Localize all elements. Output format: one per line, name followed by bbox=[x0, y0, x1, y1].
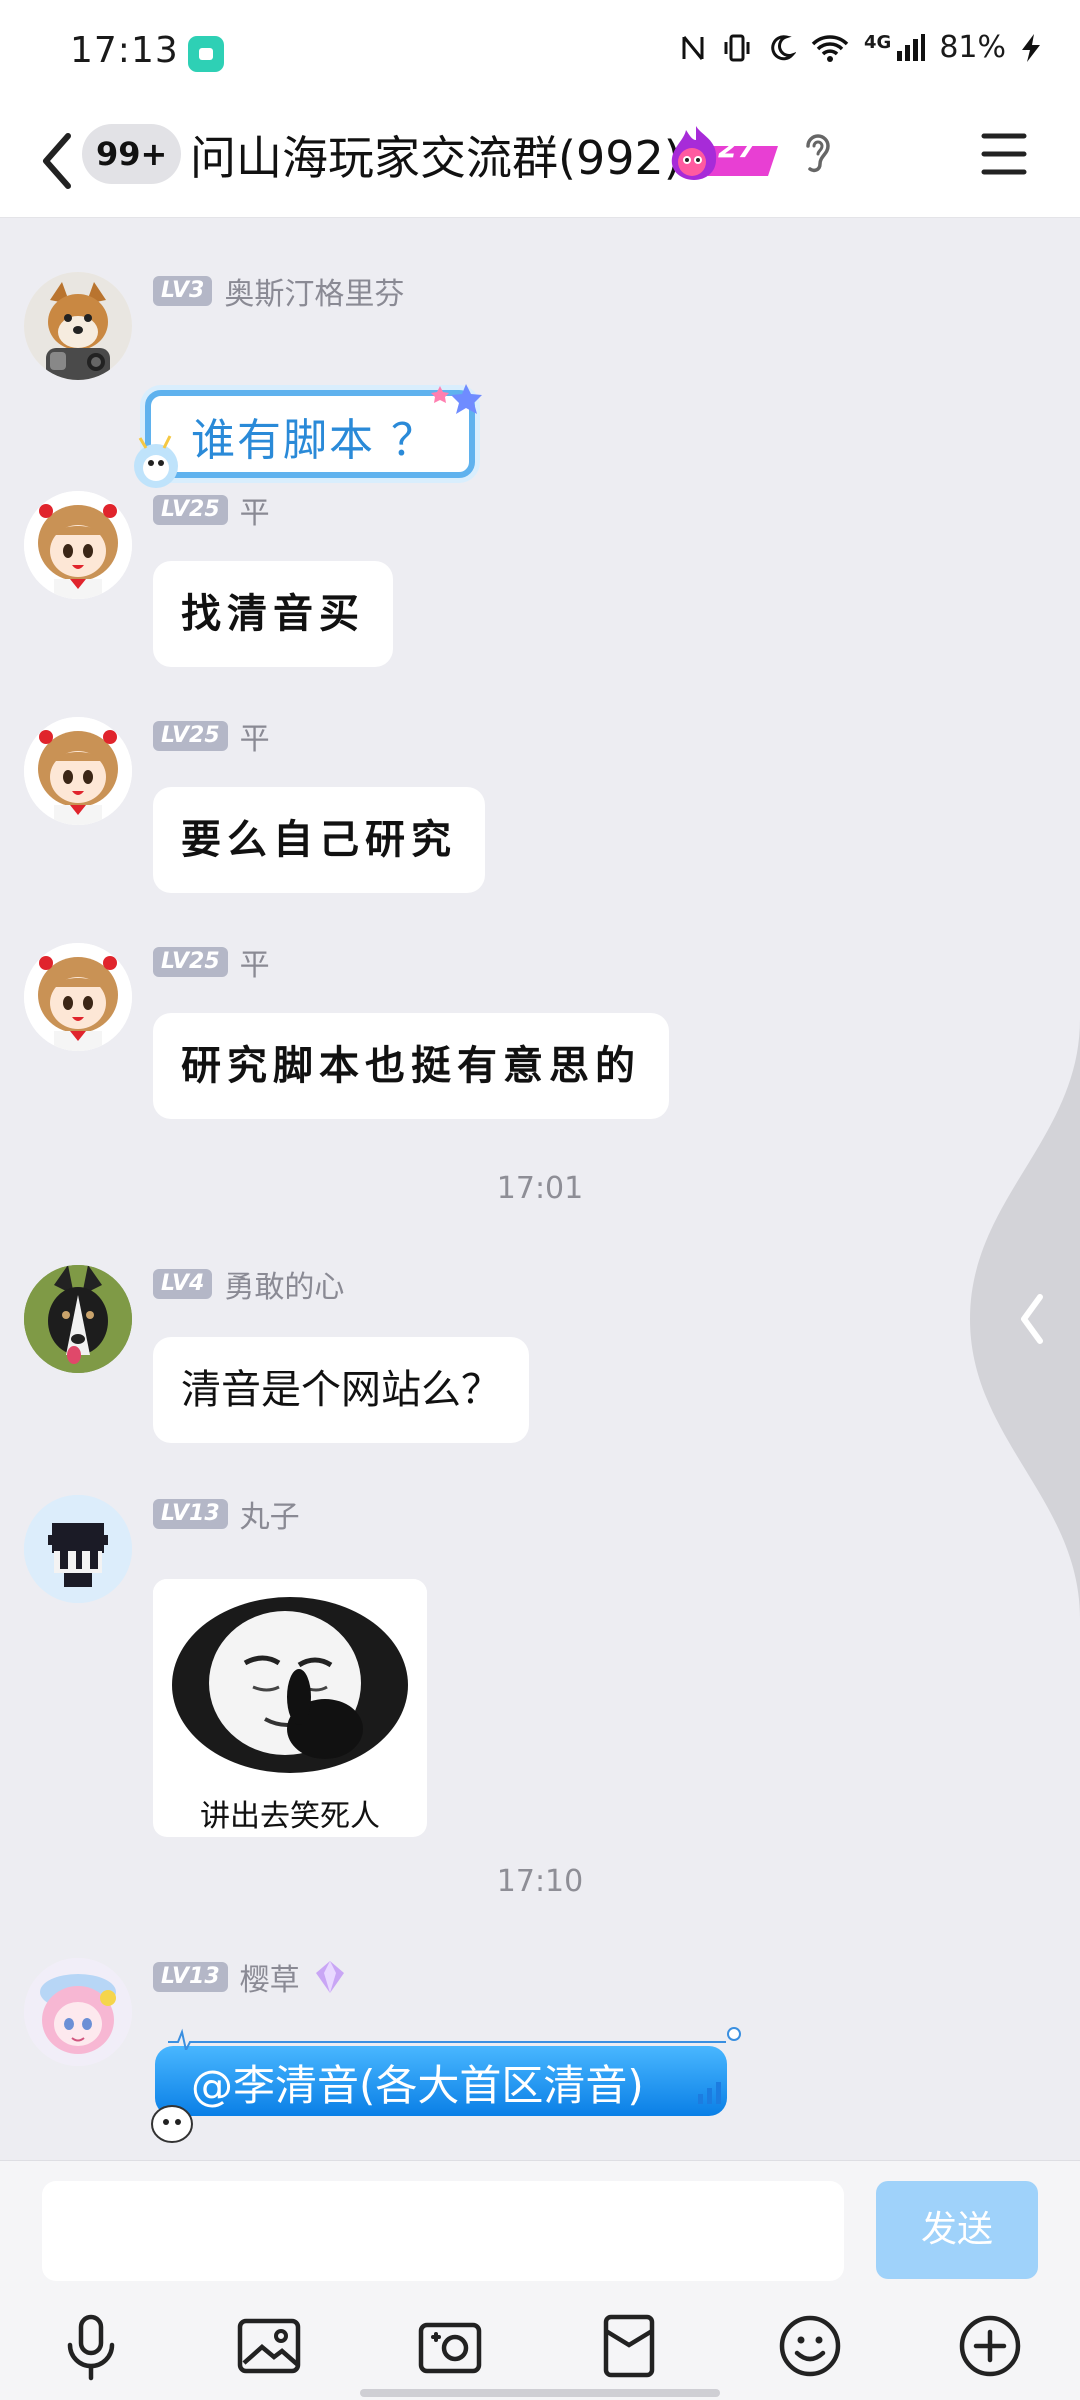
penguin-sticker-icon bbox=[134, 435, 178, 488]
diamond-badge-icon bbox=[315, 1961, 344, 1993]
message-item: LV25 平 要么自己研究 bbox=[0, 717, 1080, 917]
avatar[interactable] bbox=[24, 272, 132, 380]
message-input[interactable] bbox=[42, 2181, 844, 2281]
signal-icon bbox=[897, 33, 926, 61]
sender-meta: LV13 丸子 bbox=[153, 1497, 300, 1535]
message-item: LV4 勇敢的心 清音是个网站么？ bbox=[0, 1265, 1080, 1465]
message-item: LV13 樱草 @李清音(各大首区清音) bbox=[0, 1958, 1080, 2160]
avatar[interactable] bbox=[24, 943, 132, 1051]
sender-name[interactable]: 平 bbox=[240, 488, 270, 532]
sticker-caption: 讲出去笑死人 bbox=[200, 1799, 380, 1834]
level-badge: LV13 bbox=[153, 1499, 228, 1529]
status-bar: 17:13 4G 81% bbox=[0, 0, 1080, 104]
sender-meta: LV25 平 bbox=[153, 493, 270, 531]
sender-name[interactable]: 勇敢的心 bbox=[224, 1262, 344, 1306]
group-title[interactable]: 问山海玩家交流群(992) bbox=[190, 122, 682, 188]
status-time: 17:13 bbox=[70, 30, 179, 71]
ear-listen-icon[interactable] bbox=[800, 128, 834, 178]
unread-count-badge[interactable]: 99+ bbox=[82, 124, 182, 184]
decorated-message-bubble[interactable]: @李清音(各大首区清音) bbox=[155, 2046, 727, 2116]
ghost-sticker-icon bbox=[151, 2105, 193, 2143]
sender-meta: LV25 平 bbox=[153, 719, 270, 757]
avatar[interactable] bbox=[24, 1958, 132, 2066]
home-indicator[interactable] bbox=[360, 2389, 720, 2397]
avatar[interactable] bbox=[24, 717, 132, 825]
side-panel-tab[interactable] bbox=[960, 1019, 1080, 1619]
message-bubble[interactable]: 找清音买 bbox=[153, 561, 393, 667]
image-icon[interactable] bbox=[234, 2311, 304, 2381]
message-input-bar: 发送 bbox=[0, 2160, 1080, 2400]
plus-icon[interactable] bbox=[955, 2311, 1025, 2381]
message-bubble[interactable]: 清音是个网站么？ bbox=[153, 1337, 529, 1443]
camera-icon[interactable] bbox=[415, 2311, 485, 2381]
sender-name[interactable]: 平 bbox=[240, 940, 270, 984]
avatar[interactable] bbox=[24, 1265, 132, 1373]
message-bubble[interactable]: 要么自己研究 bbox=[153, 787, 485, 893]
message-text: @李清音(各大首区清音) bbox=[191, 2061, 644, 2110]
panda-meme-icon bbox=[153, 1579, 427, 1789]
sticker-image[interactable]: 讲出去笑死人 bbox=[153, 1579, 427, 1837]
wifi-icon bbox=[811, 34, 849, 62]
message-item: LV13 丸子 讲出去笑死人 bbox=[0, 1495, 1080, 1837]
signal-bars-decoration-icon bbox=[698, 2082, 721, 2104]
sender-meta: LV3 奥斯汀格里芬 bbox=[153, 274, 404, 312]
microphone-icon[interactable] bbox=[56, 2311, 126, 2381]
sender-meta: LV13 樱草 bbox=[153, 1960, 348, 1998]
level-badge: LV3 bbox=[153, 276, 213, 306]
level-badge: LV4 bbox=[153, 1269, 213, 1299]
message-text: 谁有脚本 ？ bbox=[191, 415, 437, 466]
fire-level-label: 27 bbox=[718, 131, 757, 164]
avatar[interactable] bbox=[24, 1495, 132, 1603]
chat-header: 99+ 问山海玩家交流群(992) 27 bbox=[0, 104, 1080, 218]
send-button[interactable]: 发送 bbox=[876, 2181, 1038, 2279]
nfc-icon bbox=[682, 35, 704, 60]
sender-name[interactable]: 平 bbox=[240, 714, 270, 758]
chat-message-list[interactable]: LV3 奥斯汀格里芬 谁有脚本 ？ LV25 平 找清音买 LV25 平 要么自… bbox=[0, 219, 1080, 2160]
network-type-label: 4G bbox=[864, 32, 892, 53]
do-not-disturb-moon-icon bbox=[771, 34, 796, 60]
pixel-character-avatar-icon bbox=[24, 1495, 132, 1603]
message-item: LV25 平 研究脚本也挺有意思的 bbox=[0, 943, 1080, 1143]
app-notification-icon bbox=[188, 36, 224, 72]
level-badge: LV25 bbox=[153, 495, 228, 525]
sender-name[interactable]: 丸子 bbox=[240, 1492, 300, 1536]
vibrate-icon bbox=[724, 34, 750, 61]
star-decoration-icon bbox=[431, 384, 482, 414]
red-packet-icon[interactable] bbox=[594, 2311, 664, 2381]
level-badge: LV25 bbox=[153, 947, 228, 977]
bubble-top-decoration-icon bbox=[168, 2027, 741, 2050]
battery-percent: 81% bbox=[939, 30, 1006, 65]
level-badge: LV13 bbox=[153, 1962, 228, 1992]
time-divider: 17:01 bbox=[496, 1171, 584, 1206]
anime-girl-avatar-icon bbox=[24, 491, 132, 599]
anime-girl-pink-avatar-icon bbox=[24, 1958, 132, 2066]
emoji-icon[interactable] bbox=[775, 2311, 845, 2381]
sender-name[interactable]: 樱草 bbox=[240, 1955, 300, 1999]
avatar[interactable] bbox=[24, 491, 132, 599]
sender-name[interactable]: 奥斯汀格里芬 bbox=[224, 269, 404, 313]
level-badge: LV25 bbox=[153, 721, 228, 751]
message-item: LV3 奥斯汀格里芬 谁有脚本 ？ bbox=[0, 272, 1080, 492]
sender-meta: LV25 平 bbox=[153, 945, 270, 983]
decorated-message-bubble[interactable]: 谁有脚本 ？ bbox=[145, 390, 475, 478]
time-divider: 17:10 bbox=[496, 1864, 584, 1899]
message-bubble[interactable]: 研究脚本也挺有意思的 bbox=[153, 1013, 669, 1119]
sender-meta: LV4 勇敢的心 bbox=[153, 1267, 344, 1305]
input-toolbar bbox=[0, 2311, 1080, 2381]
back-arrow-icon[interactable] bbox=[36, 126, 80, 196]
charging-icon bbox=[1022, 33, 1040, 62]
shiba-dog-avatar-icon bbox=[24, 272, 132, 380]
anime-girl-avatar-icon bbox=[24, 717, 132, 825]
dog-avatar-icon bbox=[24, 1265, 132, 1373]
anime-girl-avatar-icon bbox=[24, 943, 132, 1051]
message-item: LV25 平 找清音买 bbox=[0, 491, 1080, 691]
status-icons: 4G 81% bbox=[678, 30, 1042, 65]
menu-icon[interactable] bbox=[980, 128, 1028, 180]
